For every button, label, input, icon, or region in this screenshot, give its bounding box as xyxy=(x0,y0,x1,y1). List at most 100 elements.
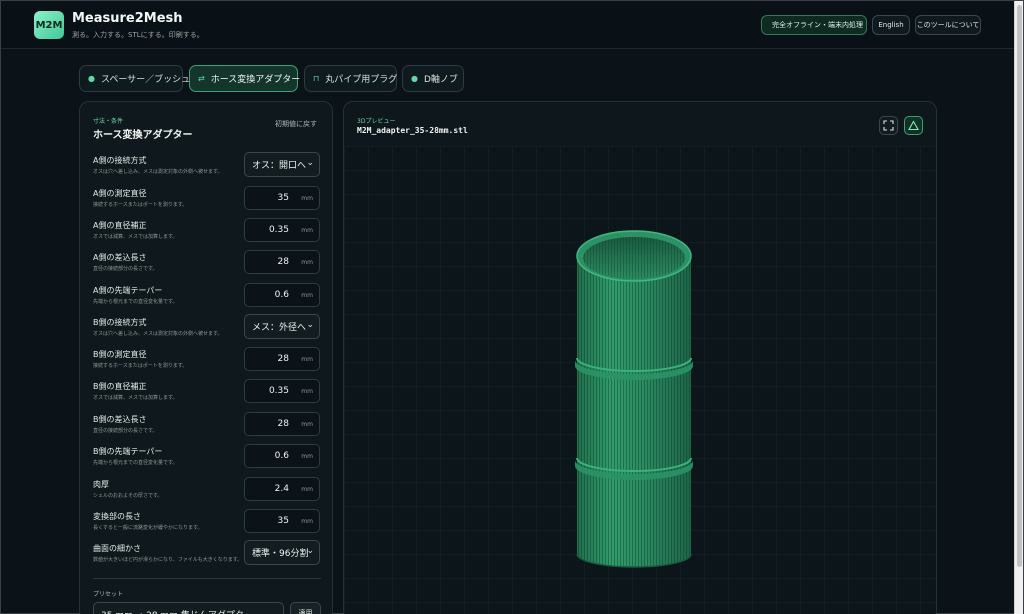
unit-label: mm xyxy=(301,421,313,428)
tab-label: D軸ノブ xyxy=(423,75,458,85)
fit-frame-icon xyxy=(883,120,894,131)
field-a-tip-taper: A側の先端テーパー 先端から根元までの直径変化量です。 0.6 mm xyxy=(93,283,321,311)
unit-label: mm xyxy=(301,292,313,299)
field-transition-length: 変換部の長さ 長くすると一般に流路変化が緩やかになります。 35 mm xyxy=(93,509,321,537)
field-hint: 数値が大きいほど円が滑らかになり、ファイルも大きくなります。 xyxy=(93,557,243,563)
a-length-input[interactable]: 28 mm xyxy=(244,250,320,274)
unit-label: mm xyxy=(301,227,313,234)
field-b-diameter-offset: B側の直径補正 オスでは減算、メスでは加算します。 0.35 mm xyxy=(93,379,321,407)
3d-viewport[interactable] xyxy=(344,146,936,614)
input-value: 28 xyxy=(277,419,289,429)
field-label: 曲面の細かさ xyxy=(93,544,141,553)
tab-label: 丸パイプ用プラグ xyxy=(325,75,398,85)
tab-d-shaft-knob[interactable]: ● D軸ノブ xyxy=(402,65,464,92)
unit-label: mm xyxy=(301,259,313,266)
plug-icon: ⊓ xyxy=(313,74,320,83)
mesh-resolution-select[interactable]: 標準・96分割 ⌄ xyxy=(244,540,320,565)
section-title: ホース変換アダプター xyxy=(93,130,193,141)
field-hint: 先端から根元までの直径変化量です。 xyxy=(93,299,178,305)
tab-pipe-plug[interactable]: ⊓ 丸パイプ用プラグ xyxy=(304,65,397,92)
unit-label: mm xyxy=(301,356,313,363)
field-label: A側の接続方式 xyxy=(93,156,147,165)
field-label: B側の接続方式 xyxy=(93,318,147,327)
field-hint: 接続するホースまたはポートを測ります。 xyxy=(93,363,188,369)
b-offset-input[interactable]: 0.35 mm xyxy=(244,379,320,403)
field-a-measured-diameter: A側の測定直径 接続するホースまたはポートを測ります。 35 mm xyxy=(93,186,321,214)
preview-filename: M2M_adapter_35-28mm.stl xyxy=(357,126,468,135)
wall-thickness-input[interactable]: 2.4 mm xyxy=(244,477,320,501)
field-b-measured-diameter: B側の測定直径 接続するホースまたはポートを測ります。 28 mm xyxy=(93,347,321,375)
field-hint: オスでは減算、メスでは加算します。 xyxy=(93,395,178,401)
field-hint: オスは穴へ差し込み、メスは測定対象の外側へ被せます。 xyxy=(93,331,223,337)
unit-label: mm xyxy=(301,195,313,202)
b-diameter-input[interactable]: 28 mm xyxy=(244,347,320,371)
b-connection-select[interactable]: メス：外径へ ⌄ xyxy=(244,314,320,339)
field-label: 変換部の長さ xyxy=(93,512,141,521)
tab-hose-adapter[interactable]: ⇄ ホース変換アダプター xyxy=(189,65,301,92)
field-hint: 先端から根元までの直径変化量です。 xyxy=(93,460,178,466)
about-button[interactable]: このツールについて xyxy=(915,15,981,35)
language-button[interactable]: English xyxy=(872,15,910,35)
scrollbar-thumb[interactable] xyxy=(1017,5,1022,567)
field-label: B側の差込長さ xyxy=(93,415,147,424)
fit-view-button[interactable] xyxy=(879,116,898,135)
field-a-insert-length: A側の差込長さ 直径の接続部分の長さです。 28 mm xyxy=(93,250,321,278)
app-window: M2M Measure2Mesh 測る。入力する。STLにする。印刷する。 完全… xyxy=(0,0,1024,614)
unit-label: mm xyxy=(301,453,313,460)
input-value: 28 xyxy=(277,354,289,364)
page-scrollbar[interactable] xyxy=(1014,1,1023,614)
unit-label: mm xyxy=(301,486,313,493)
tab-spacer-bush[interactable]: ● スペーサー／ブッシュ xyxy=(79,65,190,92)
preset-select[interactable]: 35 mm → 28 mm 集じんアダプター xyxy=(93,602,284,614)
unit-label: mm xyxy=(301,388,313,395)
circle-dot-icon: ● xyxy=(88,74,95,83)
field-label: A側の先端テーパー xyxy=(93,286,163,295)
section-divider xyxy=(93,578,321,579)
field-hint: 接続するホースまたはポートを測ります。 xyxy=(93,202,188,208)
field-hint: オスでは減算、メスでは加算します。 xyxy=(93,234,178,240)
select-value: 標準・96分割 xyxy=(252,549,309,559)
a-taper-input[interactable]: 0.6 mm xyxy=(244,283,320,307)
transition-length-input[interactable]: 35 mm xyxy=(244,509,320,533)
reset-defaults-button[interactable]: 初期値に戻す xyxy=(275,119,317,129)
select-value: メス：外径へ xyxy=(252,323,307,333)
field-label: B側の先端テーパー xyxy=(93,447,163,456)
chevron-down-icon: ⌄ xyxy=(306,158,314,168)
field-label: A側の差込長さ xyxy=(93,253,147,262)
field-hint: 直径の接続部分の長さです。 xyxy=(93,428,158,434)
preset-label: プリセット xyxy=(93,591,124,598)
app-subtitle: 測る。入力する。STLにする。印刷する。 xyxy=(72,31,204,39)
a-offset-input[interactable]: 0.35 mm xyxy=(244,218,320,242)
input-value: 0.6 xyxy=(274,290,289,300)
adapter-mesh xyxy=(575,230,693,568)
a-diameter-input[interactable]: 35 mm xyxy=(244,186,320,210)
field-a-diameter-offset: A側の直径補正 オスでは減算、メスでは加算します。 0.35 mm xyxy=(93,218,321,246)
field-hint: 直径の接続部分の長さです。 xyxy=(93,266,158,272)
field-label: 肉厚 xyxy=(93,480,109,489)
b-taper-input[interactable]: 0.6 mm xyxy=(244,444,320,468)
field-label: A側の直径補正 xyxy=(93,221,147,230)
field-mesh-resolution: 曲面の細かさ 数値が大きいほど円が滑らかになり、ファイルも大きくなります。 標準… xyxy=(93,540,321,569)
offline-status-label: 完全オフライン・端末内処理 xyxy=(772,21,863,29)
b-length-input[interactable]: 28 mm xyxy=(244,412,320,436)
app-header: M2M Measure2Mesh 測る。入力する。STLにする。印刷する。 完全… xyxy=(1,1,1016,49)
triangle-mesh-icon xyxy=(908,120,919,131)
tab-label: ホース変換アダプター xyxy=(210,75,301,85)
field-label: A側の測定直径 xyxy=(93,189,147,198)
offline-status-badge: 完全オフライン・端末内処理 xyxy=(761,15,867,35)
a-connection-select[interactable]: オス：開口へ ⌄ xyxy=(244,152,320,177)
parameters-panel: 寸法・条件 ホース変換アダプター 初期値に戻す A側の接続方式 オスは穴へ差し込… xyxy=(79,101,333,614)
chevron-down-icon: ⌄ xyxy=(306,546,314,556)
input-value: 2.4 xyxy=(274,484,289,494)
field-b-tip-taper: B側の先端テーパー 先端から根元までの直径変化量です。 0.6 mm xyxy=(93,444,321,472)
field-hint: 長くすると一般に流路変化が緩やかになります。 xyxy=(93,525,203,531)
field-wall-thickness: 肉厚 シェルのおおよその厚さです。 2.4 mm xyxy=(93,477,321,505)
input-value: 0.6 xyxy=(274,451,289,461)
input-value: 35 xyxy=(277,516,289,526)
field-b-insert-length: B側の差込長さ 直径の接続部分の長さです。 28 mm xyxy=(93,412,321,440)
adapter-3d-model xyxy=(575,230,693,568)
wireframe-toggle-button[interactable] xyxy=(904,116,923,135)
apply-preset-button[interactable]: 適用 xyxy=(290,602,321,614)
app-title: Measure2Mesh xyxy=(72,11,183,26)
tab-label: スペーサー／ブッシュ xyxy=(100,75,191,85)
